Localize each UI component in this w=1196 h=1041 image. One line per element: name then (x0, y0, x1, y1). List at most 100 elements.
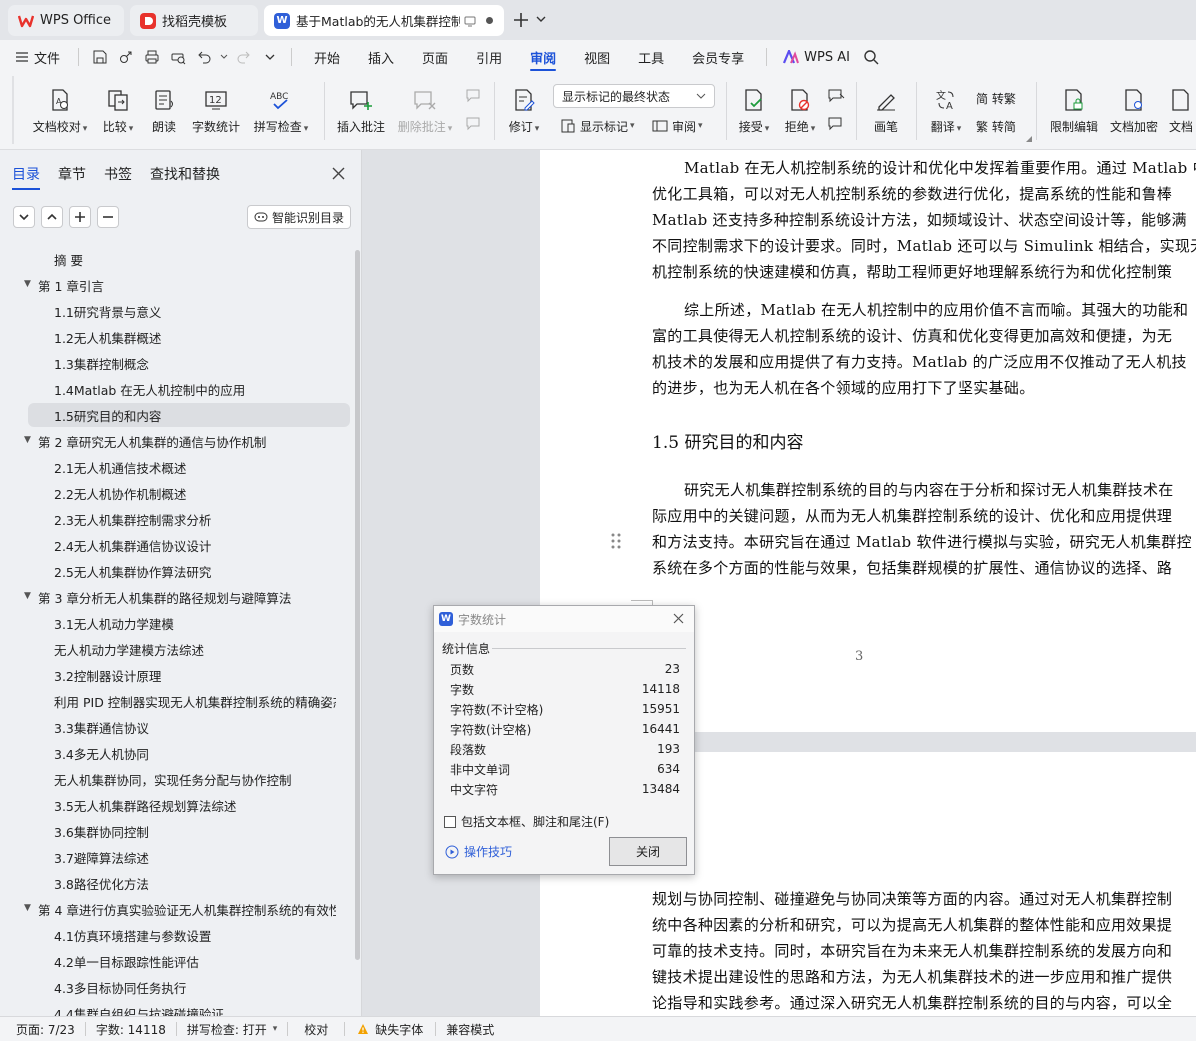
close-icon[interactable] (673, 613, 684, 624)
paragraph-line[interactable]: 系统在多个方面的性能与效果，包括集群规模的扩展性、通信协议的选择、路 (652, 557, 1172, 578)
page-indicator[interactable]: 页面: 7/23 (0, 1017, 85, 1041)
insert-comment-button[interactable]: 插入批注 (334, 80, 388, 144)
toc-item[interactable]: 利用 PID 控制器实现无人机集群控制系统的精确姿态控制 (54, 689, 336, 713)
toc-item[interactable]: 1.1研究背景与意义 (54, 299, 336, 323)
next-comment-icon[interactable] (466, 116, 482, 132)
close-button[interactable]: 关闭 (609, 837, 687, 866)
menu-home[interactable]: 开始 (300, 40, 354, 74)
paragraph-line[interactable]: 研究无人机集群控制系统的目的与内容在于分析和探讨无人机集群技术在 (684, 479, 1174, 500)
paragraph-line[interactable]: 富的工具使得无人机控制系统的设计、仿真和优化变得更加高效和便捷，为无 (652, 325, 1172, 346)
accept-button[interactable]: 接受 ▾ (734, 80, 774, 144)
file-menu[interactable]: 文件 (0, 40, 70, 74)
encrypt-button[interactable]: 文档加密 (1108, 80, 1160, 144)
menu-insert[interactable]: 插入 (354, 40, 408, 74)
print-icon[interactable] (139, 40, 165, 74)
collapse-all-button[interactable] (13, 206, 35, 228)
tab-wps-office[interactable]: WPS Office (8, 5, 124, 36)
toc-item[interactable]: 第 4 章进行仿真实验验证无人机集群控制系统的有效性 (38, 897, 336, 921)
toc-item[interactable]: 1.3集群控制概念 (54, 351, 336, 375)
wps-ai-button[interactable]: WPS AI (775, 40, 858, 74)
quick-access-chevron-icon[interactable] (257, 40, 283, 74)
next-change-icon[interactable] (828, 116, 846, 132)
print-preview-icon[interactable] (165, 40, 191, 74)
doc-check-button[interactable]: A 文档校对 ▾ (28, 80, 92, 144)
toc-item[interactable]: 1.5研究目的和内容 (28, 403, 350, 427)
tab-bookmarks[interactable]: 书签 (104, 164, 132, 184)
paragraph-line[interactable]: 统中各种因素的分析和研究，可以为提高无人机集群的整体性能和应用效果提 (652, 914, 1172, 935)
paragraph-line[interactable]: 键技术提出建设性的思路和方法，为无人机集群技术的进一步应用和推广提供 (652, 966, 1172, 987)
reject-button[interactable]: 拒绝 ▾ (780, 80, 820, 144)
delete-comment-button[interactable]: 删除批注 ▾ (394, 80, 456, 144)
undo-dropdown-icon[interactable] (217, 40, 231, 74)
toc-expand-caret-icon[interactable]: ▼ (24, 591, 31, 601)
save-icon[interactable] (87, 40, 113, 74)
compare-button[interactable]: 比较 ▾ (98, 80, 138, 144)
expand-corner-icon[interactable] (1026, 136, 1032, 142)
toc-item[interactable]: 第 1 章引言 (38, 273, 336, 297)
word-count-indicator[interactable]: 字数: 14118 (86, 1017, 176, 1041)
paragraph-line[interactable]: 机控制系统的快速建模和仿真，帮助工程师更好地理解系统行为和优化控制策 (652, 261, 1172, 282)
tab-template[interactable]: 找稻壳模板 (130, 5, 258, 36)
screen-icon[interactable] (464, 15, 476, 27)
tab-toc[interactable]: 目录 (12, 164, 40, 190)
paragraph-line[interactable]: 的进步，也为无人机在各个领域的应用打下了坚实基础。 (652, 377, 1035, 398)
revise-button[interactable]: 修订 ▾ (504, 80, 544, 144)
spell-check-button[interactable]: ABC 拼写检查 ▾ (250, 80, 312, 144)
toc-expand-caret-icon[interactable]: ▼ (24, 435, 31, 445)
toc-item[interactable]: 4.2单一目标跟踪性能评估 (54, 949, 336, 973)
paragraph-line[interactable]: 论指导和实践参考。通过深入研究无人机集群控制系统的目的与内容，可以全 (652, 992, 1172, 1013)
paragraph-line[interactable]: Matlab 还支持多种控制系统设计方法，如频域设计、状态空间设计等，能够满 (652, 209, 1187, 230)
toc-item[interactable]: 3.6集群协同控制 (54, 819, 336, 843)
prev-change-icon[interactable] (828, 88, 846, 104)
menu-page[interactable]: 页面 (408, 40, 462, 74)
paragraph-line[interactable]: 不同控制需求下的设计要求。同时，Matlab 还可以与 Simulink 相结合… (652, 235, 1196, 256)
translate-button[interactable]: 文A 翻译 ▾ (926, 80, 966, 144)
section-heading[interactable]: 1.5 研究目的和内容 (652, 428, 803, 453)
toc-item[interactable]: 2.1无人机通信技术概述 (54, 455, 336, 479)
to-simplified-button[interactable]: 繁 转简 (976, 114, 1016, 138)
redo-icon[interactable] (231, 40, 257, 74)
toc-item[interactable]: 第 2 章研究无人机集群的通信与协作机制 (38, 429, 336, 453)
toc-item[interactable]: 无人机集群协同，实现任务分配与协作控制 (54, 767, 336, 791)
toc-item[interactable]: 3.3集群通信协议 (54, 715, 336, 739)
paragraph-line[interactable]: 和方法支持。本研究旨在通过 Matlab 软件进行模拟与实验，研究无人机集群控 (652, 531, 1192, 552)
include-textbox-checkbox[interactable]: 包括文本框、脚注和尾注(F) (444, 813, 609, 830)
toc-item[interactable]: 3.7避障算法综述 (54, 845, 336, 869)
markup-state-select[interactable]: 显示标记的最终状态 (553, 84, 715, 108)
toc-item[interactable]: 4.1仿真环境搭建与参数设置 (54, 923, 336, 947)
paragraph-line[interactable]: 综上所述，Matlab 在无人机控制中的应用价值不言而喻。其强大的功能和 (684, 299, 1188, 320)
toc-item[interactable]: 第 3 章分析无人机集群的路径规划与避障算法 (38, 585, 336, 609)
paragraph-line[interactable]: Matlab 在无人机控制系统的设计和优化中发挥着重要作用。通过 Matlab … (684, 157, 1196, 178)
menu-reference[interactable]: 引用 (462, 40, 516, 74)
toc-item[interactable]: 2.3无人机集群控制需求分析 (54, 507, 336, 531)
toc-expand-caret-icon[interactable]: ▼ (24, 903, 31, 913)
word-count-button[interactable]: 12 字数统计 (190, 80, 242, 144)
toc-item[interactable]: 2.5无人机集群协作算法研究 (54, 559, 336, 583)
expand-up-button[interactable] (41, 206, 63, 228)
paragraph-line[interactable]: 可靠的技术支持。同时，本研究旨在为未来无人机集群控制系统的发展方向和 (652, 940, 1172, 961)
toc-item[interactable]: 3.1无人机动力学建模 (54, 611, 336, 635)
prev-comment-icon[interactable] (466, 88, 482, 104)
toc-item[interactable]: 3.4多无人机协同 (54, 741, 336, 765)
compat-mode-indicator[interactable]: 兼容模式 (436, 1017, 504, 1041)
read-aloud-button[interactable]: 朗读 (148, 80, 180, 144)
toc-item[interactable]: 3.5无人机集群路径规划算法综述 (54, 793, 336, 817)
toc-item[interactable]: 无人机动力学建模方法综述 (54, 637, 336, 661)
paragraph-line[interactable]: 际应用中的关键问题，从而为无人机集群控制系统的设计、优化和应用提供理 (652, 505, 1172, 526)
tab-list-chevron-icon[interactable] (536, 14, 546, 24)
toc-item[interactable]: 2.2无人机协作机制概述 (54, 481, 336, 505)
tips-link[interactable]: 操作技巧 (445, 843, 512, 860)
paragraph-line[interactable]: 优化工具箱，可以对无人机控制系统的参数进行优化，提高系统的性能和鲁棒 (652, 183, 1172, 204)
doc-more-button[interactable]: 文档 (1166, 80, 1196, 144)
paragraph-line[interactable]: 机技术的发展和应用提供了有力支持。Matlab 的广泛应用不仅推动了无人机技 (652, 351, 1187, 372)
toc-item[interactable]: 1.4Matlab 在无人机控制中的应用 (54, 377, 336, 401)
toc-scrollbar[interactable] (355, 250, 360, 960)
toc-expand-caret-icon[interactable]: ▼ (24, 279, 31, 289)
tab-chapters[interactable]: 章节 (58, 164, 86, 184)
to-traditional-button[interactable]: 简 转繁 (976, 86, 1016, 110)
close-icon[interactable] (332, 167, 345, 180)
toc-item[interactable]: 4.3多目标协同任务执行 (54, 975, 336, 999)
proof-indicator[interactable]: 校对 (288, 1017, 344, 1041)
tab-document[interactable]: W 基于Matlab的无人机集群控制 (264, 5, 504, 36)
tab-find-replace[interactable]: 查找和替换 (150, 164, 220, 184)
